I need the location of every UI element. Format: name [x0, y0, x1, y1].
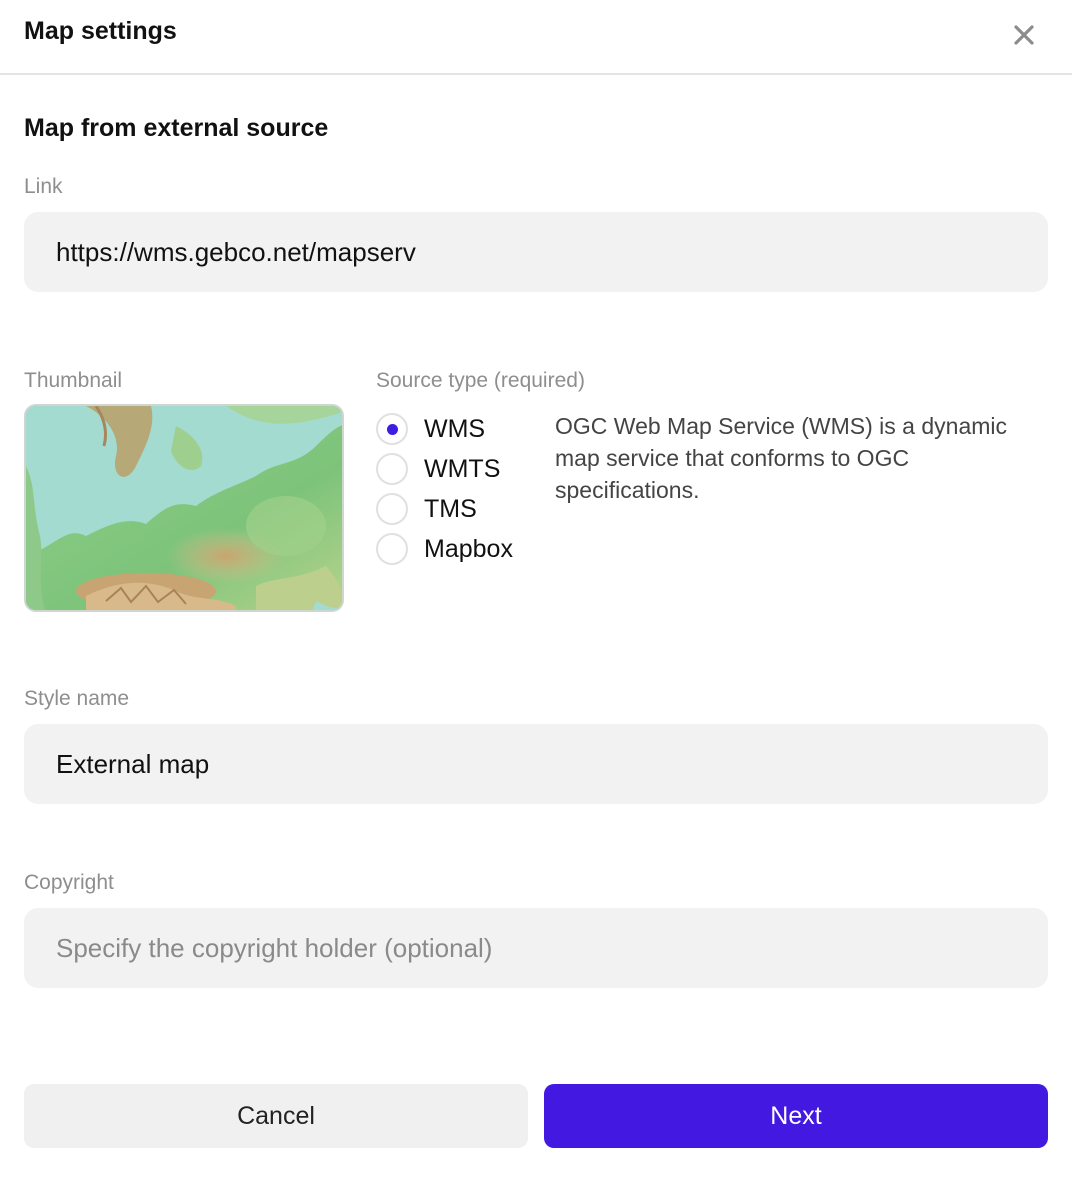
link-label: Link [24, 175, 63, 198]
radio-option-mapbox[interactable]: Mapbox [376, 532, 513, 566]
radio-label: TMS [424, 494, 477, 523]
copyright-label: Copyright [24, 871, 114, 894]
radio-button[interactable] [376, 453, 408, 485]
radio-option-wmts[interactable]: WMTS [376, 452, 500, 486]
radio-label: WMS [424, 414, 486, 443]
close-button[interactable] [1006, 17, 1042, 53]
map-thumbnail-image [26, 406, 342, 610]
source-type-label: Source type (required) [376, 369, 585, 392]
style-name-label: Style name [24, 687, 130, 710]
radio-label: WMTS [424, 454, 501, 483]
copyright-input[interactable]: Specify the copyright holder (optional) [24, 908, 1048, 988]
cancel-button[interactable]: Cancel [24, 1084, 528, 1148]
dialog-title: Map settings [24, 17, 177, 45]
radio-label: Mapbox [424, 534, 513, 563]
radio-button[interactable] [376, 493, 408, 525]
radio-button[interactable] [376, 413, 408, 445]
section-title: Map from external source [24, 114, 329, 142]
close-icon [1014, 25, 1034, 45]
radio-option-wms[interactable]: WMS [376, 412, 485, 446]
style-name-input[interactable]: External map [24, 724, 1048, 804]
source-type-description: OGC Web Map Service (WMS) is a dynamic m… [555, 413, 1008, 503]
radio-option-tms[interactable]: TMS [376, 492, 477, 526]
thumbnail-label: Thumbnail [24, 369, 123, 392]
next-button[interactable]: Next [544, 1084, 1048, 1148]
radio-selected-dot [386, 423, 398, 435]
dialog-header: Map settings [0, 0, 1072, 75]
map-thumbnail[interactable] [24, 404, 344, 612]
link-input[interactable]: https://wms.gebco.net/mapserv [24, 212, 1048, 292]
radio-button[interactable] [376, 533, 408, 565]
